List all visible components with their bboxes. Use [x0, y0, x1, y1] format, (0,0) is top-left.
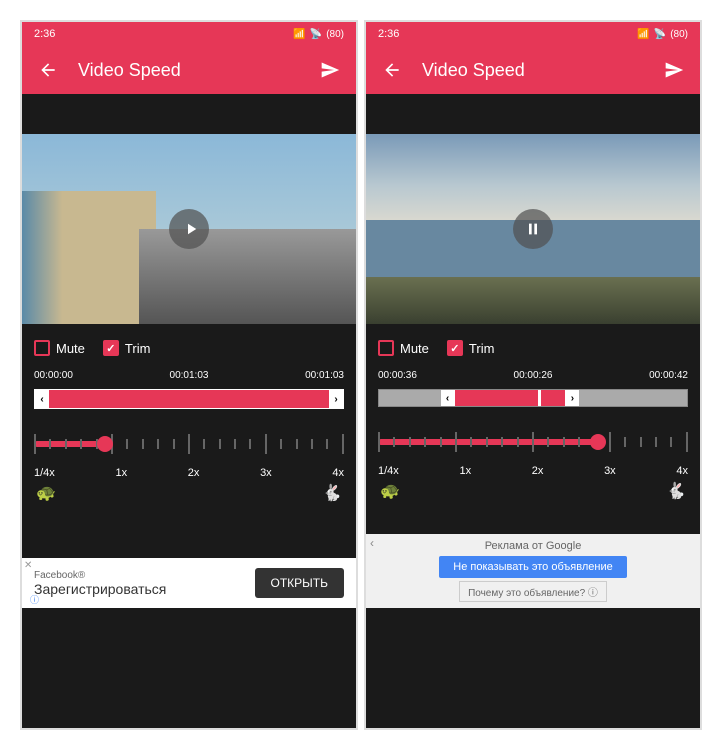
trim-handle-right[interactable]: › — [565, 390, 579, 406]
controls-panel: Mute Trim 00:00:00 00:01:03 00:01:03 ‹ › — [22, 324, 356, 503]
ad-close-icon[interactable]: ✕ — [24, 560, 32, 571]
status-time: 2:36 — [378, 28, 399, 40]
speed-labels: 1/4x 1x 2x 3x 4x — [34, 467, 344, 479]
time-mid: 00:01:03 — [170, 370, 209, 381]
rabbit-icon: 🐇 — [322, 483, 342, 503]
ad-brand: Facebook® — [34, 570, 255, 581]
phone-screen-right: 2:36 📶 📡 (80) Video Speed Mute — [364, 20, 702, 730]
time-display: 00:00:00 00:01:03 00:01:03 — [34, 370, 344, 381]
trim-bar[interactable]: ‹ › — [34, 389, 344, 409]
trim-label: Trim — [469, 341, 495, 356]
status-bar: 2:36 📶 📡 (80) — [22, 22, 356, 46]
wifi-icon: 📡 — [310, 29, 322, 40]
video-preview[interactable] — [22, 134, 356, 324]
status-icons: 📶 📡 (80) — [293, 29, 344, 40]
status-time: 2:36 — [34, 28, 55, 40]
time-end: 00:01:03 — [305, 370, 344, 381]
header-title: Video Speed — [422, 60, 644, 81]
rabbit-icon: 🐇 — [666, 481, 686, 501]
header-title: Video Speed — [78, 60, 300, 81]
video-preview[interactable] — [366, 134, 700, 324]
trim-handle-left[interactable]: ‹ — [441, 390, 455, 406]
turtle-icon: 🐢 — [380, 481, 400, 501]
app-header: Video Speed — [366, 46, 700, 94]
ad-info-icon[interactable]: ⓘ — [30, 593, 39, 606]
ad-label: Реклама от Google — [372, 540, 694, 552]
speed-thumb[interactable] — [97, 436, 113, 452]
play-button[interactable] — [169, 209, 209, 249]
speed-slider[interactable] — [34, 429, 344, 459]
mute-label: Mute — [56, 341, 85, 356]
ad-banner[interactable]: ‹ Реклама от Google Не показывать это об… — [366, 534, 700, 608]
speed-labels: 1/4x 1x 2x 3x 4x — [378, 465, 688, 477]
ad-hide-button[interactable]: Не показывать это объявление — [439, 556, 626, 578]
time-start: 00:00:36 — [378, 370, 417, 381]
trim-checkbox[interactable]: Trim — [103, 340, 151, 356]
phone-screen-left: 2:36 📶 📡 (80) Video Speed Mute — [20, 20, 358, 730]
ad-banner[interactable]: Facebook® Зарегистрироваться ОТКРЫТЬ ✕ ⓘ — [22, 558, 356, 608]
send-button[interactable] — [664, 60, 684, 80]
trim-bar[interactable]: ‹ › — [378, 389, 688, 407]
mute-checkbox[interactable]: Mute — [34, 340, 85, 356]
ad-title: Зарегистрироваться — [34, 581, 255, 597]
speed-slider[interactable] — [378, 427, 688, 457]
mute-checkbox[interactable]: Mute — [378, 340, 429, 356]
speed-thumb[interactable] — [590, 434, 606, 450]
turtle-icon: 🐢 — [36, 483, 56, 503]
battery-icon: (80) — [326, 29, 344, 40]
controls-panel: Mute Trim 00:00:36 00:00:26 00:00:42 ‹ › — [366, 324, 700, 501]
time-end: 00:00:42 — [649, 370, 688, 381]
send-button[interactable] — [320, 60, 340, 80]
trim-label: Trim — [125, 341, 151, 356]
back-button[interactable] — [38, 60, 58, 80]
trim-handle-right[interactable]: › — [329, 390, 343, 408]
time-display: 00:00:36 00:00:26 00:00:42 — [378, 370, 688, 381]
signal-icon: 📶 — [293, 29, 305, 40]
back-button[interactable] — [382, 60, 402, 80]
trim-checkbox[interactable]: Trim — [447, 340, 495, 356]
mute-label: Mute — [400, 341, 429, 356]
wifi-icon: 📡 — [654, 29, 666, 40]
trim-handle-left[interactable]: ‹ — [35, 390, 49, 408]
time-start: 00:00:00 — [34, 370, 73, 381]
pause-button[interactable] — [513, 209, 553, 249]
status-bar: 2:36 📶 📡 (80) — [366, 22, 700, 46]
battery-icon: (80) — [670, 29, 688, 40]
ad-close-icon[interactable]: ‹ — [370, 536, 374, 550]
signal-icon: 📶 — [637, 29, 649, 40]
time-mid: 00:00:26 — [514, 370, 553, 381]
app-header: Video Speed — [22, 46, 356, 94]
ad-open-button[interactable]: ОТКРЫТЬ — [255, 568, 345, 598]
status-icons: 📶 📡 (80) — [637, 29, 688, 40]
ad-why-link[interactable]: Почему это объявление? ⓘ — [459, 581, 607, 602]
